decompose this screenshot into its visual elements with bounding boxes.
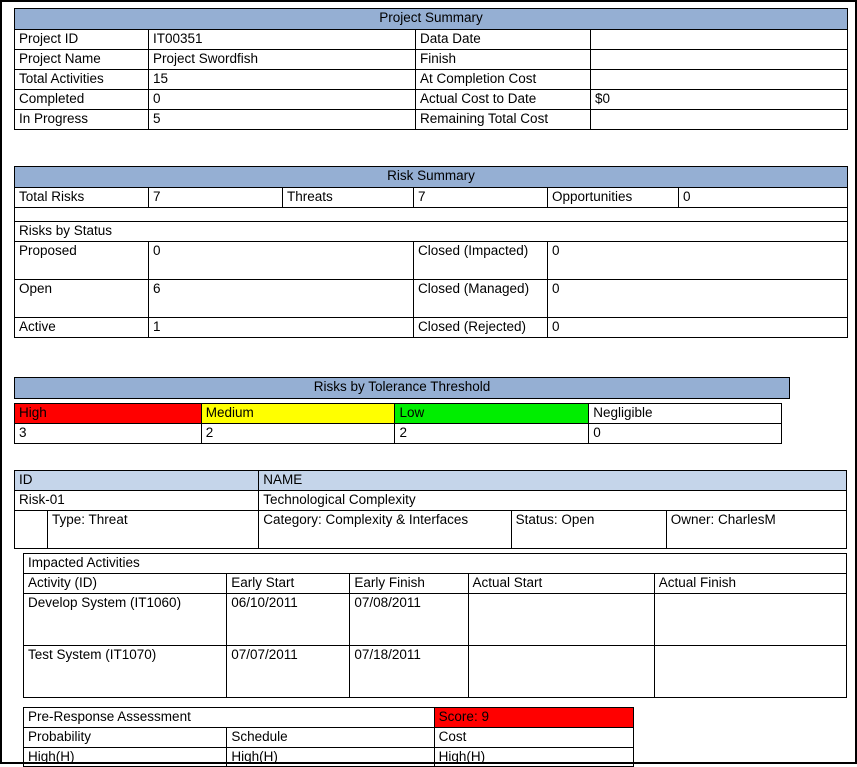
activity-actual-start xyxy=(467,592,655,646)
project-summary-title: Project Summary xyxy=(13,8,849,30)
pre-response-assessment-table: Pre-Response Assessment Score: 9 Probabi… xyxy=(22,706,635,767)
risk-summary-section: Risk Summary Total Risks 7 Threats 7 Opp… xyxy=(13,166,849,338)
tolerance-high-label: High xyxy=(14,403,202,424)
total-risks-label: Total Risks xyxy=(14,187,149,208)
risks-by-status-header: Risks by Status xyxy=(13,220,849,242)
project-name-label: Project Name xyxy=(14,48,149,70)
activity-early-start: 06/10/2011 xyxy=(226,592,351,646)
completed-label: Completed xyxy=(14,88,149,110)
closed-impacted-label: Closed (Impacted) xyxy=(413,240,548,280)
impacted-activities-title: Impacted Activities xyxy=(23,552,847,574)
risk-summary-table: Risk Summary Total Risks 7 Threats 7 Opp… xyxy=(13,166,849,338)
risk-indent-cell xyxy=(13,509,49,549)
tolerance-low-value: 2 xyxy=(394,422,590,444)
risk-id-value: Risk-01 xyxy=(13,489,260,511)
activity-actual-start xyxy=(467,644,655,698)
at-completion-cost-value xyxy=(589,68,849,90)
tolerance-negligible-label: Negligible xyxy=(588,403,782,424)
risk-id-column-header: ID xyxy=(13,470,260,491)
total-activities-value: 15 xyxy=(148,68,416,90)
col-actual-start: Actual Start xyxy=(467,572,655,594)
col-actual-finish: Actual Finish xyxy=(653,572,848,594)
total-activities-label: Total Activities xyxy=(14,68,149,90)
finish-value xyxy=(589,48,849,70)
tolerance-high-value: 3 xyxy=(14,422,202,444)
closed-impacted-value: 0 xyxy=(546,240,849,280)
risk-detail-section: ID NAME Risk-01 Technological Complexity… xyxy=(13,470,848,767)
risks-by-tolerance-section: Risks by Tolerance Threshold High Medium… xyxy=(14,377,790,444)
pre-response-score: Score: 9 xyxy=(433,706,635,728)
table-row: Test System (IT1070) 07/07/2011 07/18/20… xyxy=(22,644,848,698)
data-date-value xyxy=(589,29,849,50)
active-value: 1 xyxy=(148,316,414,338)
risk-detail-header-table: ID NAME Risk-01 Technological Complexity… xyxy=(13,470,848,549)
schedule-header: Schedule xyxy=(226,726,435,748)
tolerance-title: Risks by Tolerance Threshold xyxy=(14,377,790,399)
risk-name-column-header: NAME xyxy=(258,470,847,491)
risk-summary-spacer-row xyxy=(13,206,849,222)
cost-header: Cost xyxy=(433,726,635,748)
activity-early-finish: 07/18/2011 xyxy=(349,644,469,698)
threats-label: Threats xyxy=(282,187,414,208)
threats-value: 7 xyxy=(413,187,548,208)
project-id-label: Project ID xyxy=(14,29,149,50)
project-id-value: IT00351 xyxy=(148,29,416,50)
table-row: Develop System (IT1060) 06/10/2011 07/08… xyxy=(22,592,848,646)
remaining-total-cost-label: Remaining Total Cost xyxy=(415,108,591,130)
report-page: Project Summary Project ID IT00351 Data … xyxy=(0,0,857,767)
tolerance-medium-value: 2 xyxy=(200,422,396,444)
risk-owner: Owner: CharlesM xyxy=(665,509,848,549)
data-date-label: Data Date xyxy=(415,29,591,50)
impacted-activities-table: Impacted Activities Activity (ID) Early … xyxy=(22,552,848,698)
activity-name: Test System (IT1070) xyxy=(22,644,228,698)
closed-rejected-value: 0 xyxy=(546,316,849,338)
in-progress-value: 5 xyxy=(148,108,416,130)
opportunities-label: Opportunities xyxy=(547,187,679,208)
active-label: Active xyxy=(14,316,149,338)
project-summary-section: Project Summary Project ID IT00351 Data … xyxy=(13,8,849,130)
risk-name-value: Technological Complexity xyxy=(258,489,847,511)
total-risks-value: 7 xyxy=(148,187,283,208)
activity-early-start: 07/07/2011 xyxy=(226,644,351,698)
closed-rejected-label: Closed (Rejected) xyxy=(413,316,548,338)
actual-cost-to-date-label: Actual Cost to Date xyxy=(415,88,591,110)
tolerance-low-label: Low xyxy=(394,403,590,424)
project-name-value: Project Swordfish xyxy=(148,48,416,70)
in-progress-label: In Progress xyxy=(14,108,149,130)
activity-actual-finish xyxy=(653,644,848,698)
proposed-value: 0 xyxy=(148,240,414,280)
risk-summary-title: Risk Summary xyxy=(13,166,849,188)
risk-category: Category: Complexity & Interfaces xyxy=(258,509,512,549)
activity-actual-finish xyxy=(653,592,848,646)
tolerance-negligible-value: 0 xyxy=(588,422,782,444)
open-value: 6 xyxy=(148,278,414,318)
col-activity-id: Activity (ID) xyxy=(22,572,228,594)
completed-value: 0 xyxy=(148,88,416,110)
project-summary-table: Project Summary Project ID IT00351 Data … xyxy=(13,8,849,130)
opportunities-value: 0 xyxy=(677,187,849,208)
finish-label: Finish xyxy=(415,48,591,70)
activity-name: Develop System (IT1060) xyxy=(22,592,228,646)
col-early-start: Early Start xyxy=(226,572,351,594)
at-completion-cost-label: At Completion Cost xyxy=(415,68,591,90)
activity-early-finish: 07/08/2011 xyxy=(349,592,469,646)
tolerance-table: High Medium Low Negligible 3 2 2 0 xyxy=(14,403,782,444)
risk-status: Status: Open xyxy=(510,509,667,549)
remaining-total-cost-value xyxy=(589,108,849,130)
closed-managed-label: Closed (Managed) xyxy=(413,278,548,318)
pre-response-title: Pre-Response Assessment xyxy=(23,706,435,728)
tolerance-medium-label: Medium xyxy=(200,403,396,424)
closed-managed-value: 0 xyxy=(546,278,849,318)
risk-type: Type: Threat xyxy=(47,509,260,549)
col-early-finish: Early Finish xyxy=(349,572,469,594)
actual-cost-to-date-value: $0 xyxy=(589,88,849,110)
open-label: Open xyxy=(14,278,149,318)
probability-header: Probability xyxy=(22,726,228,748)
proposed-label: Proposed xyxy=(14,240,149,280)
tolerance-title-table: Risks by Tolerance Threshold xyxy=(14,377,790,399)
